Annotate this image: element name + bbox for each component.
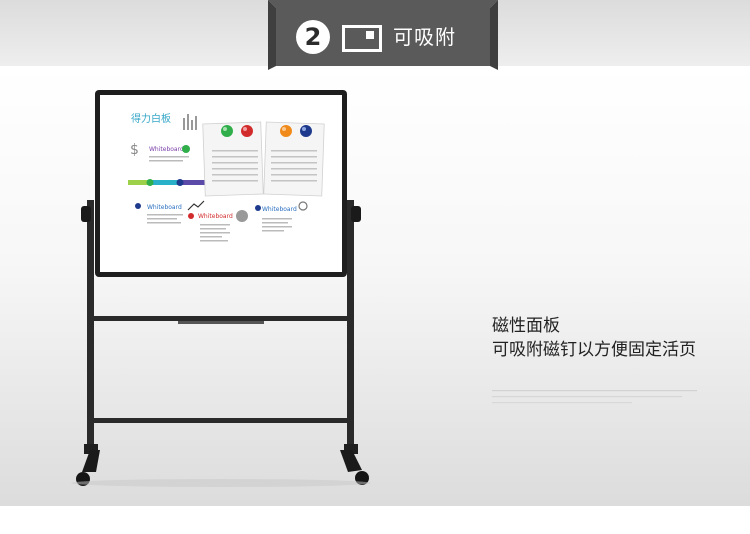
marker-tray: [178, 321, 264, 324]
feature-description: 可吸附磁钉以方便固定活页: [492, 340, 696, 360]
footer-band: [0, 506, 750, 534]
magnet-green: [221, 125, 233, 137]
stand-crossbar-upper: [90, 316, 352, 321]
fine-print-decoration: [492, 390, 697, 404]
left-pivot-knob: [81, 206, 91, 222]
paper-sheet-left: [202, 121, 264, 197]
dollar-icon: $: [130, 142, 139, 158]
section-title: 可吸附: [393, 25, 456, 49]
card-label-2: Whiteboard: [147, 204, 182, 211]
green-dot: [182, 145, 190, 153]
feature-heading: 磁性面板: [492, 316, 560, 336]
board-logo-text: 得力白板: [131, 112, 171, 125]
whiteboard-stand-image: 得力白板 $ Whiteboard Whiteboard Whiteboard …: [71, 90, 371, 487]
card-label-4: Whiteboard: [262, 206, 297, 213]
magnet-orange: [280, 125, 292, 137]
right-caster-leg: [340, 450, 362, 472]
magnet-blue: [300, 125, 312, 137]
stand-left-post: [87, 200, 94, 450]
stand-crossbar-lower: [90, 418, 352, 423]
card-label-1: Whiteboard: [149, 146, 184, 153]
paper-sheet-right: [263, 121, 325, 197]
right-pivot-knob: [351, 206, 361, 222]
step-number-badge: 2: [296, 20, 330, 54]
magnet-board-icon: [342, 25, 382, 52]
magnet-red: [241, 125, 253, 137]
stand-right-post: [347, 200, 354, 450]
gear-icon: [236, 210, 248, 222]
card-label-3: Whiteboard: [198, 213, 233, 220]
